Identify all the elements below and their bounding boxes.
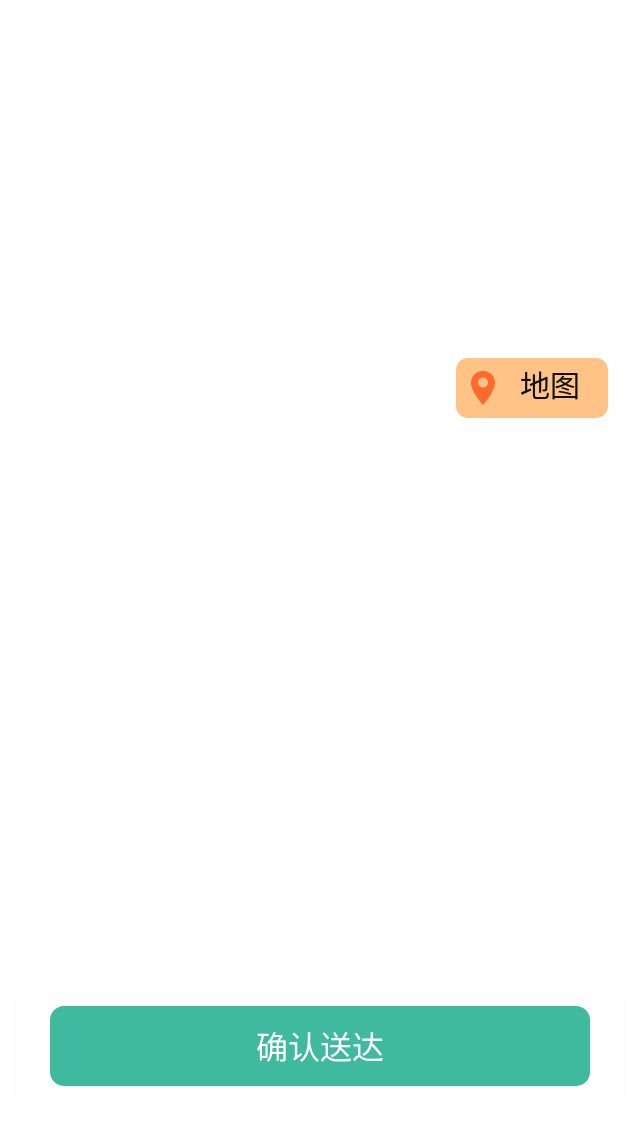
map-label: 地图: [520, 370, 580, 405]
map-button[interactable]: 地图: [456, 358, 608, 418]
confirm-delivery-label: 确认送达: [255, 1029, 384, 1067]
confirm-delivery-button[interactable]: 确认送达: [50, 1006, 590, 1086]
location-pin-icon: [471, 371, 495, 405]
